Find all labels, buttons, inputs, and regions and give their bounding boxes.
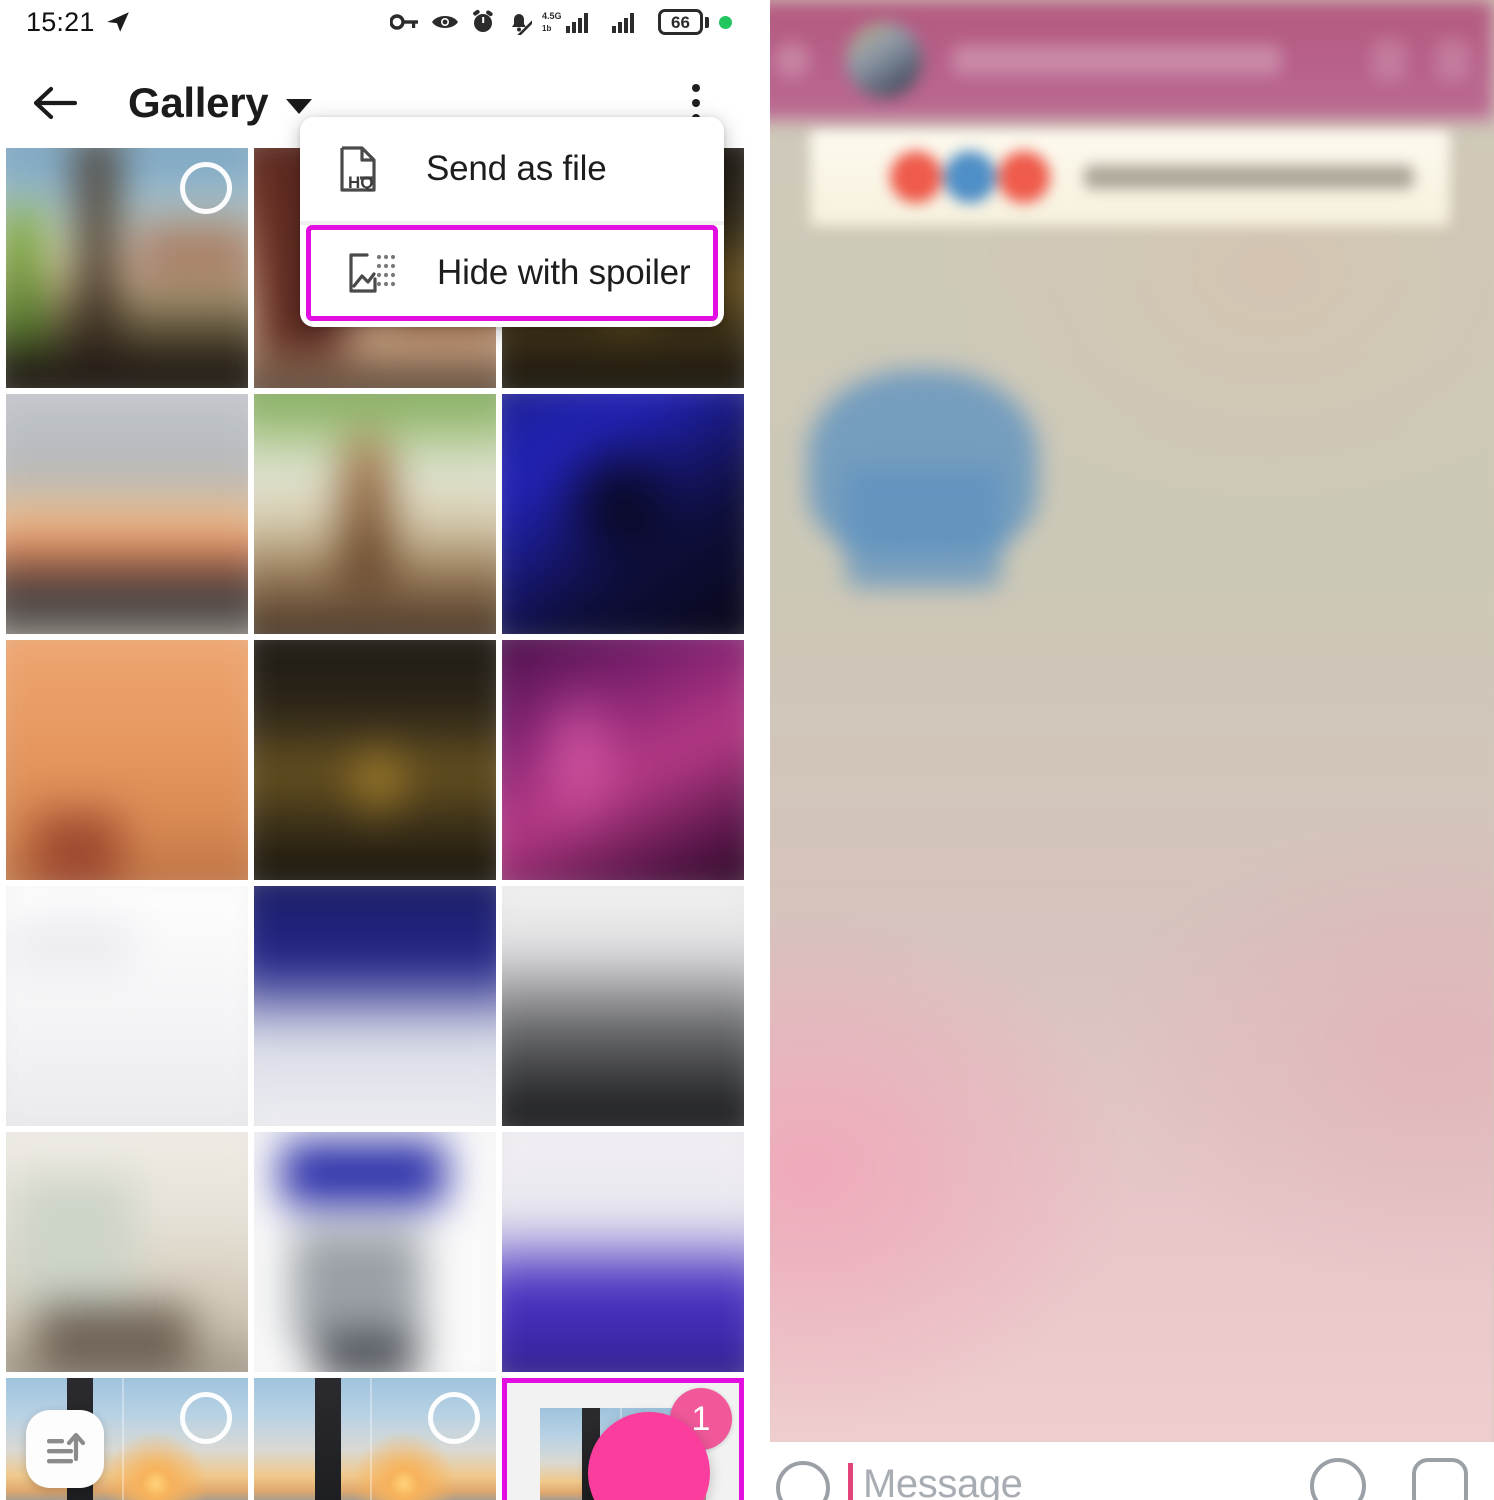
chat-back-icon[interactable] [774,42,810,78]
banner-dot-red-2 [998,151,1050,203]
three-dots-vertical-icon [692,84,700,92]
gallery-tile-15[interactable] [502,1132,744,1372]
chat-input-bar[interactable]: Message [750,1442,1494,1500]
gallery-tile-14[interactable] [254,1132,496,1372]
gallery-title-dropdown[interactable]: Gallery [128,79,313,127]
chat-panel: 15:21 Message [750,0,1494,1500]
selection-circle-icon[interactable] [180,1392,232,1444]
alarm-clock-icon [470,9,496,35]
page-title: Gallery [128,79,269,126]
chat-input-actions [1310,1458,1468,1500]
status-bar-icons: 4.5G 1b 66 [390,9,732,35]
gallery-tile-8[interactable] [254,640,496,880]
compress-quality-icon [47,1432,86,1464]
gallery-tile-12[interactable] [502,886,744,1126]
gallery-tile-9[interactable] [502,640,744,880]
gallery-tile-11[interactable] [254,886,496,1126]
menu-item-label: Send as file [426,149,607,188]
status-bar: 15:21 4.5G 1b 66 [0,0,750,44]
menu-item-label: Hide with spoiler [437,253,691,292]
eye-icon [430,11,460,33]
status-bar-clock: 15:21 [26,6,95,37]
image-spoiler-dots-icon [345,249,401,297]
svg-text:1b: 1b [542,24,551,33]
gallery-tile-4[interactable] [6,394,248,634]
panel-divider [750,0,770,1500]
gallery-tile-5[interactable] [254,394,496,634]
caret-down-icon [286,98,313,114]
bell-muted-icon [506,9,532,35]
emoji-smiley-icon[interactable] [776,1461,830,1500]
gallery-tile-17[interactable] [254,1378,496,1500]
signal-4g-icon: 4.5G 1b [542,9,600,35]
signal-bars-icon [610,9,648,35]
avatar[interactable] [846,22,922,98]
gallery-tile-10[interactable] [6,886,248,1126]
menu-icon[interactable] [1436,39,1470,81]
banner-dot-red [890,151,942,203]
key-icon [390,11,420,33]
svg-text:4.5G: 4.5G [542,11,562,21]
paperclip-icon[interactable] [1310,1458,1366,1500]
gallery-tile-7[interactable] [6,640,248,880]
photo-grid[interactable]: 1 [0,148,750,1500]
selection-circle-icon[interactable] [180,162,232,214]
text-cursor [848,1463,853,1500]
message-input[interactable]: Message [863,1462,1023,1500]
menu-item-send-as-file[interactable]: HQ Send as file [300,117,724,221]
call-icon[interactable] [1372,39,1406,81]
camera-icon[interactable] [1412,1458,1468,1500]
banner-text-blurred [1084,165,1414,189]
selection-circle-icon[interactable] [428,1392,480,1444]
battery-level-label: 66 [671,12,690,32]
svg-text:HQ: HQ [348,173,374,192]
gallery-tile-6[interactable] [502,394,744,634]
chat-pinned-banner[interactable] [810,128,1450,226]
gallery-tile-13[interactable] [6,1132,248,1372]
gallery-picker-panel: 15:21 4.5G 1b 66 Gallery 1 HQ Send as fi… [0,0,750,1500]
compress-quality-button[interactable] [26,1410,104,1488]
overflow-dropdown-menu[interactable]: HQ Send as file Hide with spoiler [300,117,724,327]
screenshot-root: 15:21 4.5G 1b 66 Gallery 1 HQ Send as fi… [0,0,1494,1500]
recording-indicator-dot [719,15,732,29]
telegram-send-icon [105,9,131,35]
chat-title-blurred [952,45,1282,75]
battery-icon: 66 [658,9,709,35]
chat-sticker-blob-lower [846,468,1001,588]
menu-item-hide-with-spoiler[interactable]: Hide with spoiler [306,225,718,321]
chat-header-content [750,0,1494,120]
banner-dot-blue [944,151,996,203]
back-button[interactable] [26,75,82,131]
gallery-tile-1[interactable] [6,148,248,388]
chat-header-actions [1372,39,1470,81]
file-hq-icon: HQ [334,144,390,194]
